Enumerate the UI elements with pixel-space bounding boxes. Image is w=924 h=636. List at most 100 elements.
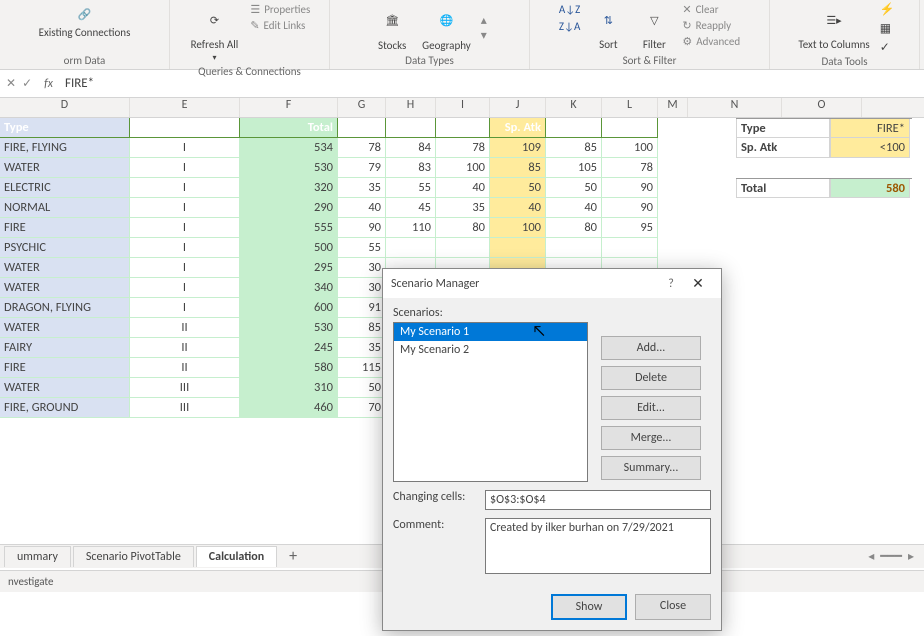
cell[interactable]: 78 [602,158,658,178]
sort-asc-button[interactable]: A↓Z [557,2,582,17]
table-header[interactable]: Total [240,118,338,138]
cell[interactable]: 35 [338,338,386,358]
cell[interactable]: 80 [436,218,490,238]
cell[interactable]: 79 [338,158,386,178]
cell[interactable]: I [130,138,240,158]
cell[interactable]: 340 [240,278,338,298]
advanced-button[interactable]: ⚙Advanced [680,34,742,49]
table-header[interactable]: Attack [386,118,436,138]
cell[interactable]: WATER [0,318,130,338]
filter-button[interactable]: ▽Filter [634,2,674,53]
cell[interactable]: FIRE, FLYING [0,138,130,158]
scenario-item-2[interactable]: My Scenario 2 [394,341,587,359]
cell[interactable]: 100 [490,218,546,238]
enter-icon[interactable]: ✓ [22,76,32,91]
delete-button[interactable]: Delete [601,366,701,390]
stocks-button[interactable]: 🏛Stocks [372,3,412,54]
col-I[interactable]: I [436,98,490,117]
cell[interactable]: DRAGON, FLYING [0,298,130,318]
table-row[interactable]: FIREI55590110801008095 [0,218,924,238]
cell[interactable]: 70 [338,398,386,418]
cell[interactable]: FAIRY [0,338,130,358]
fx-icon[interactable]: fx [38,77,59,91]
cell[interactable]: III [130,378,240,398]
cell[interactable]: 55 [338,238,386,258]
refresh-all-button[interactable]: ⟳ Refresh All ▾ [187,2,243,65]
cell[interactable]: 90 [602,178,658,198]
table-header[interactable]: Sp. Atk [490,118,546,138]
cell[interactable]: 40 [436,178,490,198]
add-button[interactable]: Add... [601,336,701,360]
summary-type-value[interactable]: FIRE* [830,119,910,138]
cell[interactable]: NORMAL [0,198,130,218]
cell[interactable]: I [130,238,240,258]
table-row[interactable]: PSYCHICI50055 [0,238,924,258]
col-L[interactable]: L [602,98,658,117]
cell[interactable] [546,238,602,258]
cell[interactable]: I [130,218,240,238]
edit-links-button[interactable]: ✎Edit Links [248,18,312,33]
cell[interactable]: 40 [490,198,546,218]
show-button[interactable]: Show [551,594,627,620]
geography-button[interactable]: 🌐Geography [418,3,475,54]
properties-button[interactable]: ☰Properties [248,2,312,17]
reapply-button[interactable]: ↻Reapply [680,18,742,33]
cell[interactable]: PSYCHIC [0,238,130,258]
existing-connections-button[interactable]: 🔗 Existing Connections [35,2,135,41]
cell[interactable]: 320 [240,178,338,198]
table-header[interactable]: Speed [602,118,658,138]
cell[interactable]: 460 [240,398,338,418]
col-D[interactable]: D [0,98,130,117]
scroll-right-icon[interactable]: ▸ [908,549,914,564]
cell[interactable]: FIRE [0,218,130,238]
cell[interactable]: 95 [602,218,658,238]
col-G[interactable]: G [338,98,386,117]
sort-desc-button[interactable]: Z↓A [557,19,582,34]
table-header[interactable]: Sp. Def [546,118,602,138]
cell[interactable]: 50 [546,178,602,198]
formula-input[interactable]: FIRE* [59,76,924,91]
col-E[interactable]: E [130,98,240,117]
col-J[interactable]: J [490,98,546,117]
table-header[interactable]: Type [0,118,130,138]
table-row[interactable]: NORMALI290404535404090 [0,198,924,218]
cell[interactable]: 78 [338,138,386,158]
cell[interactable]: 500 [240,238,338,258]
cell[interactable]: 50 [490,178,546,198]
cell[interactable]: 40 [546,198,602,218]
cell[interactable]: ELECTRIC [0,178,130,198]
col-K[interactable]: K [546,98,602,117]
cancel-icon[interactable]: ✕ [6,76,16,91]
data-validation-icon[interactable]: ✓ [880,40,895,55]
cell[interactable]: 295 [240,258,338,278]
col-H[interactable]: H [386,98,436,117]
cell[interactable]: 55 [386,178,436,198]
table-header[interactable]: Defense [436,118,490,138]
cell[interactable]: WATER [0,258,130,278]
cell[interactable]: 91 [338,298,386,318]
col-F[interactable]: F [240,98,338,117]
sheet-tab-calculation[interactable]: Calculation [196,546,277,567]
cell[interactable]: 80 [546,218,602,238]
changing-cells-input[interactable]: $O$3:$O$4 [485,490,711,510]
scroll-track[interactable]: ━━━ [880,549,902,564]
cell[interactable]: 50 [338,378,386,398]
cell[interactable]: 310 [240,378,338,398]
cell[interactable]: 90 [338,218,386,238]
cell[interactable]: I [130,258,240,278]
cell[interactable]: I [130,298,240,318]
scenarios-listbox[interactable]: My Scenario 1 My Scenario 2 [393,322,588,482]
cell[interactable]: I [130,178,240,198]
col-M[interactable]: M [658,98,688,117]
cell[interactable]: 600 [240,298,338,318]
cell[interactable] [436,238,490,258]
cell[interactable]: 100 [602,138,658,158]
cell[interactable]: WATER [0,378,130,398]
flash-fill-icon[interactable]: ⚡ [880,2,895,17]
col-O[interactable]: O [782,98,862,117]
cell[interactable]: I [130,158,240,178]
cell[interactable]: 35 [436,198,490,218]
table-header[interactable]: Generation [130,118,240,138]
summary-spatk-value[interactable]: <100 [830,138,910,158]
cell[interactable]: 85 [490,158,546,178]
